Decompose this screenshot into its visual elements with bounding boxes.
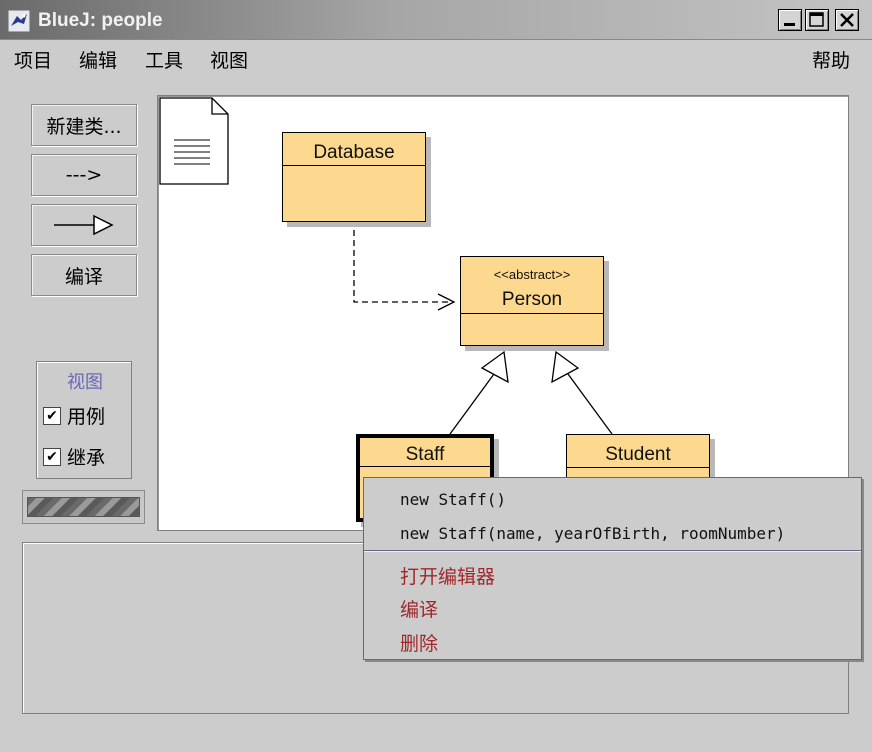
show-uses-label: 用例 xyxy=(67,406,106,428)
new-class-button[interactable]: 新建类... xyxy=(31,104,137,146)
machine-activity-indicator xyxy=(22,490,145,524)
show-uses-option[interactable]: ✔ 用例 xyxy=(43,402,105,429)
title-bar: BlueJ: people xyxy=(0,0,872,40)
class-context-menu: new Staff() new Staff(name, yearOfBirth,… xyxy=(363,477,862,660)
menu-edit[interactable]: 编辑 xyxy=(79,46,117,73)
staff-inheritance-arrowhead xyxy=(480,350,509,384)
class-name: Staff xyxy=(405,444,445,465)
minimize-button[interactable] xyxy=(778,9,802,31)
menu-item-remove[interactable]: 删除 xyxy=(400,629,438,656)
close-button[interactable] xyxy=(835,9,859,31)
menu-item-new-staff[interactable]: new Staff() xyxy=(400,490,506,509)
menu-bar: 项目 编辑 工具 视图 帮助 xyxy=(0,40,872,76)
menu-help[interactable]: 帮助 xyxy=(812,46,850,73)
window-title: BlueJ: people xyxy=(38,10,163,31)
maximize-button[interactable] xyxy=(805,9,829,31)
class-separator xyxy=(567,467,709,468)
maximize-icon xyxy=(809,12,824,27)
readme-file-icon[interactable] xyxy=(158,96,230,186)
show-inheritance-checkbox[interactable]: ✔ xyxy=(43,447,61,466)
show-inheritance-label: 继承 xyxy=(67,447,106,469)
class-name: Person xyxy=(501,289,563,310)
menu-project[interactable]: 项目 xyxy=(14,46,52,73)
menu-item-compile[interactable]: 编译 xyxy=(400,595,438,622)
class-name: Student xyxy=(605,444,671,465)
class-separator xyxy=(360,466,490,467)
class-person[interactable]: <<abstract>> Person xyxy=(460,256,604,346)
class-database[interactable]: Database xyxy=(282,132,426,222)
inheritance-arrow-button[interactable] xyxy=(31,204,137,246)
show-uses-checkbox[interactable]: ✔ xyxy=(43,406,61,425)
class-separator xyxy=(283,165,425,166)
compile-button[interactable]: 编译 xyxy=(31,254,137,296)
class-name: Database xyxy=(313,142,395,163)
close-icon xyxy=(840,13,854,27)
menu-item-new-staff-params[interactable]: new Staff(name, yearOfBirth, roomNumber) xyxy=(400,524,785,543)
view-options-panel: 视图 ✔ 用例 ✔ 继承 xyxy=(36,361,132,479)
class-stereotype: <<abstract>> xyxy=(493,267,571,282)
minimize-icon xyxy=(784,23,795,26)
menu-item-open-editor[interactable]: 打开编辑器 xyxy=(400,562,495,589)
bluej-bird-icon xyxy=(8,10,30,32)
student-inheritance-line xyxy=(567,373,613,435)
inheritance-arrow-icon xyxy=(54,214,114,236)
menu-separator xyxy=(364,550,861,552)
menu-view[interactable]: 视图 xyxy=(210,46,248,73)
menu-tools[interactable]: 工具 xyxy=(145,46,183,73)
dependency-arrow xyxy=(353,230,450,303)
class-separator xyxy=(461,313,603,314)
student-inheritance-arrowhead xyxy=(551,350,580,384)
show-inheritance-option[interactable]: ✔ 继承 xyxy=(43,443,105,470)
class-diagram-canvas[interactable]: Database <<abstract>> Person Staff Stude… xyxy=(157,95,849,531)
view-options-title: 视图 xyxy=(67,372,103,393)
dependency-arrow-button[interactable]: ---> xyxy=(31,154,137,196)
activity-stripes xyxy=(27,497,140,517)
staff-inheritance-line xyxy=(449,373,495,435)
